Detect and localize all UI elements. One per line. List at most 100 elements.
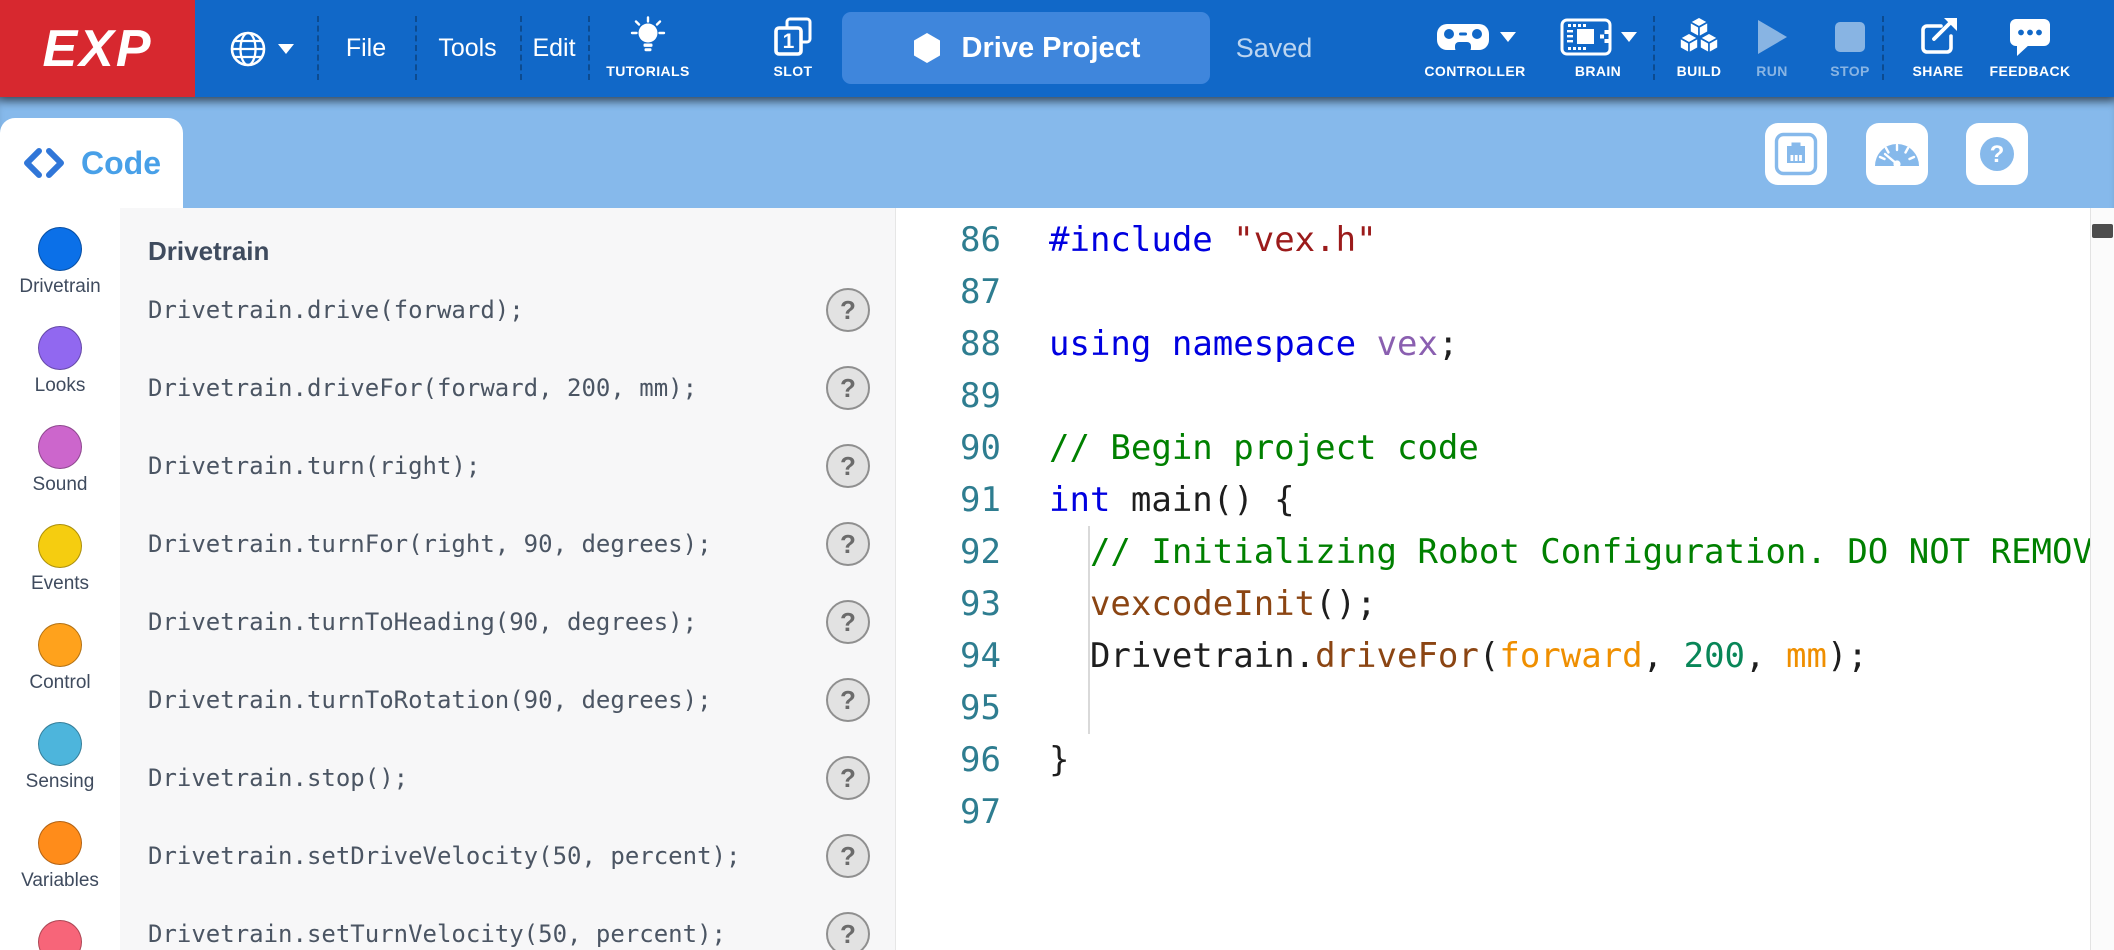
- code-token: [1151, 324, 1171, 364]
- command-row[interactable]: Drivetrain.setDriveVelocity(50, percent)…: [120, 817, 895, 895]
- command-help-button[interactable]: ?: [826, 834, 870, 878]
- command-text[interactable]: Drivetrain.driveFor(forward, 200, mm);: [148, 374, 697, 402]
- build-label: BUILD: [1677, 63, 1722, 79]
- category-item-sensing[interactable]: Sensing: [0, 722, 120, 821]
- project-name-button[interactable]: Drive Project: [842, 12, 1210, 84]
- command-text[interactable]: Drivetrain.turn(right);: [148, 452, 480, 480]
- chevron-down-icon: [278, 44, 294, 54]
- devices-button[interactable]: [1765, 123, 1827, 185]
- controller-button[interactable]: CONTROLLER: [1412, 0, 1538, 97]
- category-label: Drivetrain: [19, 276, 100, 298]
- line-number: 96: [896, 740, 1001, 780]
- command-help-button[interactable]: ?: [826, 522, 870, 566]
- category-item-drivetrain[interactable]: Drivetrain: [0, 227, 120, 326]
- command-row[interactable]: Drivetrain.driveFor(forward, 200, mm);?: [120, 349, 895, 427]
- code-line: 93 vexcodeInit();: [896, 578, 2114, 630]
- command-text[interactable]: Drivetrain.turnToRotation(90, degrees);: [148, 686, 712, 714]
- category-item[interactable]: [0, 920, 120, 950]
- code-line: 87: [896, 266, 2114, 318]
- code-editor[interactable]: 86#include "vex.h"8788using namespace ve…: [895, 208, 2114, 950]
- category-label: Sensing: [26, 771, 95, 793]
- menu-edit[interactable]: Edit: [520, 0, 588, 97]
- monitor-button[interactable]: [1866, 123, 1928, 185]
- code-token: driveFor: [1315, 636, 1479, 676]
- help-icon: ?: [1975, 132, 2019, 176]
- run-button[interactable]: RUN: [1742, 0, 1802, 97]
- command-row[interactable]: Drivetrain.turn(right);?: [120, 427, 895, 505]
- language-menu[interactable]: [210, 0, 310, 97]
- command-help-button[interactable]: ?: [826, 912, 870, 950]
- toolbar-divider: [1653, 16, 1655, 80]
- category-circle[interactable]: [38, 722, 82, 766]
- code-line: 86 #include "vex.h": [896, 214, 2114, 266]
- slot-number: 1: [783, 30, 795, 53]
- line-number: 93: [896, 584, 1001, 624]
- project-name: Drive Project: [962, 32, 1141, 65]
- line-number: 89: [896, 376, 1001, 416]
- command-help-button[interactable]: ?: [826, 366, 870, 410]
- editor-scrollbar[interactable]: [2090, 208, 2114, 950]
- category-item-events[interactable]: Events: [0, 524, 120, 623]
- command-text[interactable]: Drivetrain.turnFor(right, 90, degrees);: [148, 530, 712, 558]
- share-button[interactable]: SHARE: [1904, 0, 1972, 97]
- line-number: 87: [896, 272, 1001, 312]
- command-help-button[interactable]: ?: [826, 444, 870, 488]
- command-text[interactable]: Drivetrain.drive(forward);: [148, 296, 524, 324]
- category-circle[interactable]: [38, 920, 82, 950]
- exp-logo: EXP: [0, 0, 195, 97]
- feedback-label: FEEDBACK: [1990, 63, 2071, 79]
- category-circle[interactable]: [38, 326, 82, 370]
- code-token: #include: [1049, 220, 1213, 260]
- command-row[interactable]: Drivetrain.turnToHeading(90, degrees);?: [120, 583, 895, 661]
- menu-tools[interactable]: Tools: [415, 0, 520, 97]
- tab-code[interactable]: Code: [0, 118, 183, 208]
- command-text[interactable]: Drivetrain.stop();: [148, 764, 408, 792]
- feedback-button[interactable]: FEEDBACK: [1984, 0, 2076, 97]
- category-item-control[interactable]: Control: [0, 623, 120, 722]
- category-item-variables[interactable]: Variables: [0, 821, 120, 920]
- command-row[interactable]: Drivetrain.turnToRotation(90, degrees);?: [120, 661, 895, 739]
- code-token: using: [1049, 324, 1151, 364]
- command-text[interactable]: Drivetrain.setTurnVelocity(50, percent);: [148, 920, 726, 948]
- command-help-button[interactable]: ?: [826, 678, 870, 722]
- code-token: ,: [1643, 636, 1684, 676]
- category-item-looks[interactable]: Looks: [0, 326, 120, 425]
- build-button[interactable]: BUILD: [1666, 0, 1732, 97]
- menu-file[interactable]: File: [317, 0, 415, 97]
- code-token: [1356, 324, 1376, 364]
- brain-label: BRAIN: [1575, 63, 1621, 79]
- command-row[interactable]: Drivetrain.drive(forward);?: [120, 271, 895, 349]
- category-circle[interactable]: [38, 227, 82, 271]
- stop-button[interactable]: STOP: [1820, 0, 1880, 97]
- command-row[interactable]: Drivetrain.stop();?: [120, 739, 895, 817]
- help-button[interactable]: ?: [1966, 123, 2028, 185]
- slot-button[interactable]: 1 SLOT: [755, 0, 831, 97]
- category-circle[interactable]: [38, 821, 82, 865]
- brain-button[interactable]: BRAIN: [1548, 0, 1648, 97]
- code-line: 92 // Initializing Robot Configuration. …: [896, 526, 2114, 578]
- line-content: // Begin project code: [1049, 428, 1479, 468]
- line-content: // Initializing Robot Configuration. DO …: [1049, 532, 2114, 572]
- line-content: Drivetrain.driveFor(forward, 200, mm);: [1049, 636, 1868, 676]
- category-circle[interactable]: [38, 425, 82, 469]
- line-number: 86: [896, 220, 1001, 260]
- chevron-down-icon: [1500, 32, 1516, 42]
- category-circle[interactable]: [38, 524, 82, 568]
- command-text[interactable]: Drivetrain.turnToHeading(90, degrees);: [148, 608, 697, 636]
- command-text[interactable]: Drivetrain.setDriveVelocity(50, percent)…: [148, 842, 740, 870]
- category-item-sound[interactable]: Sound: [0, 425, 120, 524]
- command-help-button[interactable]: ?: [826, 288, 870, 332]
- command-row[interactable]: Drivetrain.setTurnVelocity(50, percent);…: [120, 895, 895, 950]
- code-token: );: [1827, 636, 1868, 676]
- slot-label: SLOT: [774, 63, 813, 79]
- command-help-button[interactable]: ?: [826, 600, 870, 644]
- category-label: Events: [31, 573, 89, 595]
- code-token: "vex.h": [1233, 220, 1376, 260]
- tutorials-button[interactable]: TUTORIALS: [600, 0, 696, 97]
- scrollbar-thumb[interactable]: [2092, 224, 2113, 238]
- command-help-button[interactable]: ?: [826, 756, 870, 800]
- command-list: Drivetrain.drive(forward);?Drivetrain.dr…: [120, 271, 895, 950]
- line-number: 90: [896, 428, 1001, 468]
- category-circle[interactable]: [38, 623, 82, 667]
- command-row[interactable]: Drivetrain.turnFor(right, 90, degrees);?: [120, 505, 895, 583]
